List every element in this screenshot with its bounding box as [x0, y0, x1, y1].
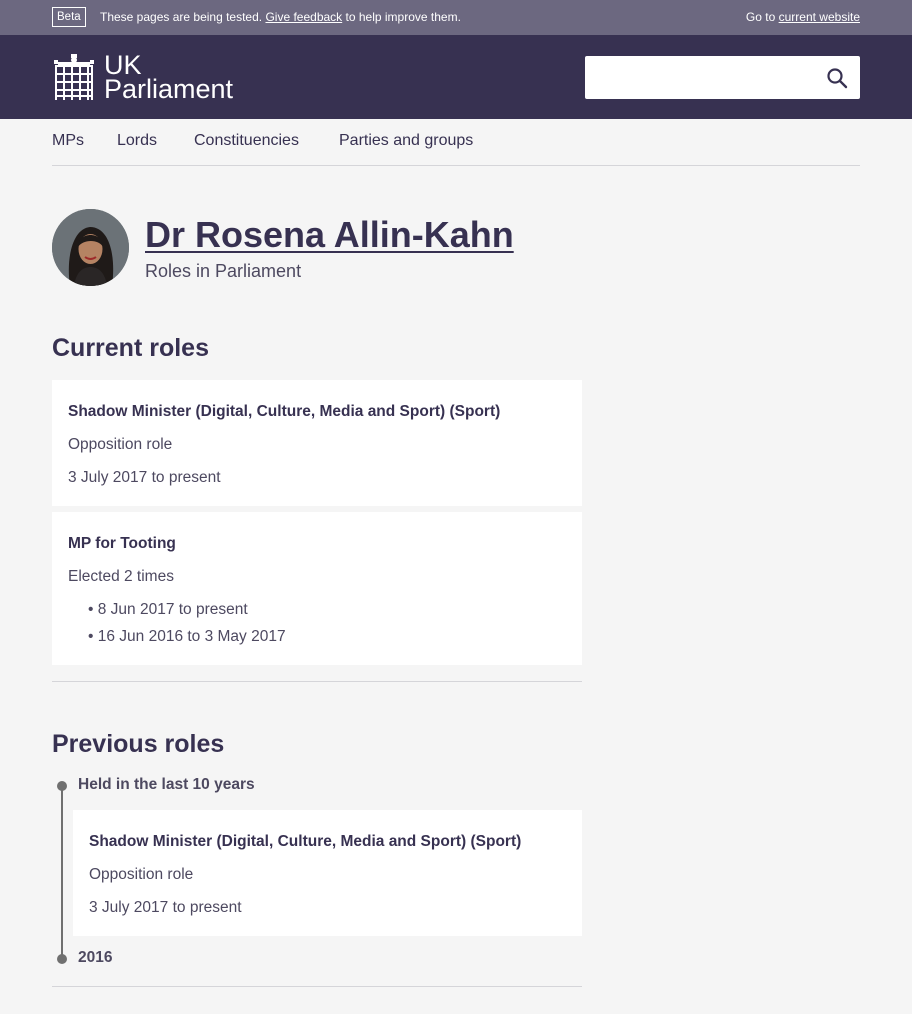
timeline-label-year: 2016 [78, 949, 113, 966]
page-subtitle: Roles in Parliament [145, 261, 302, 281]
nav-item-mps[interactable]: MPs [52, 132, 84, 150]
role-card: MP for Tooting Elected 2 times • 8 Jun 2… [52, 512, 582, 665]
avatar [52, 209, 129, 286]
role-subtitle: Elected 2 times [68, 568, 174, 585]
person-photo [52, 209, 129, 286]
beta-message: These pages are being tested. Give feedb… [100, 10, 461, 24]
role-dates: 3 July 2017 to present [89, 899, 242, 916]
role-dates: 3 July 2017 to present [68, 469, 221, 486]
term-item: • 8 Jun 2017 to present [88, 601, 248, 618]
role-title: MP for Tooting [68, 535, 176, 552]
search-input[interactable] [585, 56, 829, 99]
nav-item-constituencies[interactable]: Constituencies [194, 132, 299, 150]
timeline-line [61, 786, 63, 959]
timeline-dot [57, 954, 67, 964]
section-divider [52, 681, 582, 682]
nav-item-parties-and-groups[interactable]: Parties and groups [339, 132, 473, 150]
current-website-link[interactable]: current website [779, 10, 860, 24]
role-type: Opposition role [68, 436, 173, 453]
logo-line-parliament: Parliament [104, 74, 234, 104]
main-navigation: MPs Lords Constituencies Parties and gro… [52, 119, 860, 166]
beta-banner: Beta These pages are being tested. Give … [0, 0, 912, 35]
role-type: Opposition role [89, 866, 194, 883]
portcullis-icon [54, 54, 94, 100]
role-title: Shadow Minister (Digital, Culture, Media… [89, 833, 522, 850]
search-box [585, 56, 860, 99]
timeline-dot [57, 781, 67, 791]
logo-text: UK Parliament [104, 52, 234, 104]
goto-prefix: Go to [745, 10, 776, 24]
beta-message-text-after: to help improve them. [345, 10, 461, 24]
uk-parliament-logo[interactable]: UK Parliament [52, 49, 233, 105]
section-divider [52, 986, 582, 987]
role-title: Shadow Minister (Digital, Culture, Media… [68, 403, 501, 420]
role-card: Shadow Minister (Digital, Culture, Media… [52, 380, 582, 506]
term-item: • 16 Jun 2016 to 3 May 2017 [88, 628, 286, 645]
give-feedback-link[interactable]: Give feedback [265, 10, 342, 24]
beta-message-text: These pages are being tested. [100, 10, 263, 24]
role-card: Shadow Minister (Digital, Culture, Media… [73, 810, 582, 936]
search-icon[interactable] [826, 67, 848, 89]
previous-roles-heading: Previous roles [52, 730, 225, 758]
timeline-label: Held in the last 10 years [78, 776, 255, 793]
goto-current-website: Go to current website [746, 10, 860, 24]
site-header: UK Parliament [0, 35, 912, 119]
beta-tag: Beta [52, 7, 86, 27]
nav-item-lords[interactable]: Lords [117, 132, 157, 150]
person-name[interactable]: Dr Rosena Allin-Kahn [145, 214, 514, 256]
current-roles-heading: Current roles [52, 334, 209, 362]
